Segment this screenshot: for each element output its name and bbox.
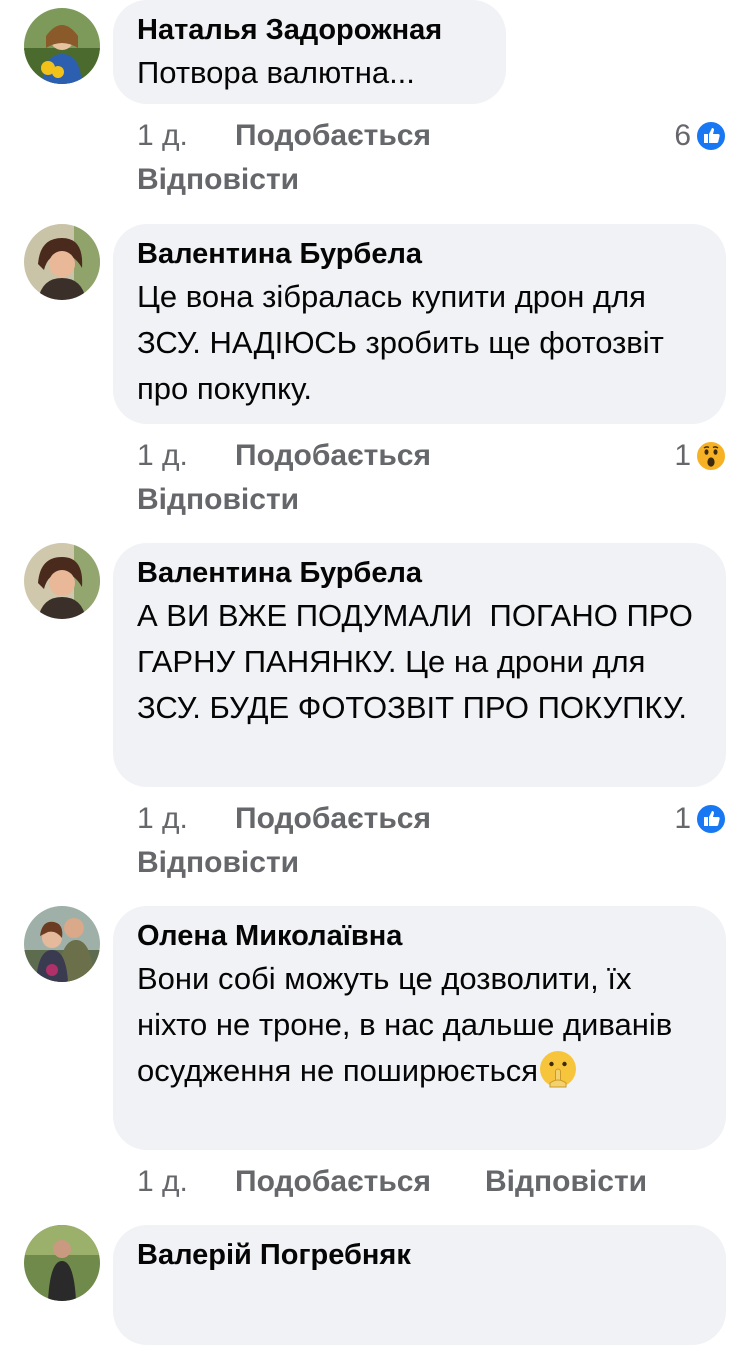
reaction-summary[interactable]: 1 (674, 434, 727, 478)
comment-bubble: Олена Миколаївна Вони собі можуть це доз… (113, 906, 726, 1150)
avatar[interactable] (24, 543, 100, 619)
avatar[interactable] (24, 1225, 100, 1301)
like-button[interactable]: Подобається (235, 434, 431, 478)
comment-time[interactable]: 1 д. (137, 797, 188, 841)
comment-actions: 1 д. Подобається 1 Відповісти (137, 434, 727, 522)
reaction-count: 1 (674, 802, 691, 835)
like-button[interactable]: Подобається (235, 114, 431, 158)
avatar[interactable] (24, 906, 100, 982)
comment-actions: 1 д. Подобається 1 Відповісти (137, 797, 727, 885)
reply-button[interactable]: Відповісти (137, 841, 727, 885)
comment-text-content: Вони собі можуть це дозволити, їх ніхто … (137, 961, 681, 1088)
wow-icon (695, 440, 727, 472)
comment-author[interactable]: Наталья Задорожная (137, 10, 482, 50)
comment-author[interactable]: Валентина Бурбела (137, 553, 702, 593)
reply-button[interactable]: Відповісти (137, 478, 727, 522)
comment-time[interactable]: 1 д. (137, 1160, 188, 1204)
comment-bubble: Валентина Бурбела А ВИ ВЖЕ ПОДУМАЛИ ПОГА… (113, 543, 726, 787)
comment-author[interactable]: Валерій Погребняк (137, 1235, 702, 1275)
like-button[interactable]: Подобається (235, 1160, 431, 1204)
comment-author[interactable]: Олена Миколаївна (137, 916, 702, 956)
comment-bubble: Наталья Задорожная Потвора валютна... (113, 0, 506, 104)
comment-bubble: Валентина Бурбела Це вона зібралась купи… (113, 224, 726, 424)
comment-time[interactable]: 1 д. (137, 114, 188, 158)
comment-actions: 1 д. Подобається 6 Відповісти (137, 114, 727, 202)
avatar[interactable] (24, 8, 100, 84)
reply-button[interactable]: Відповісти (137, 158, 727, 202)
comment-text: А ВИ ВЖЕ ПОДУМАЛИ ПОГАНО ПРО ГАРНУ ПАНЯН… (137, 598, 702, 725)
reaction-summary[interactable]: 6 (674, 114, 727, 158)
like-button[interactable]: Подобається (235, 797, 431, 841)
reaction-summary[interactable]: 1 (674, 797, 727, 841)
like-icon (695, 803, 727, 835)
comment-bubble: Валерій Погребняк (113, 1225, 726, 1345)
comment-text: Потвора валютна... (137, 55, 415, 90)
comment-time[interactable]: 1 д. (137, 434, 188, 478)
comment-text: Вони собі можуть це дозволити, їх ніхто … (137, 956, 697, 1094)
reaction-count: 1 (674, 439, 691, 472)
reply-button[interactable]: Відповісти (485, 1160, 647, 1204)
reaction-count: 6 (674, 119, 691, 152)
avatar[interactable] (24, 224, 100, 300)
comment-actions: 1 д. Подобається Відповісти (137, 1160, 727, 1204)
comment-text: Це вона зібралась купити дрон для ЗСУ. Н… (137, 279, 673, 406)
comment-author[interactable]: Валентина Бурбела (137, 234, 702, 274)
like-icon (695, 120, 727, 152)
shushing-face-icon (540, 1051, 577, 1088)
